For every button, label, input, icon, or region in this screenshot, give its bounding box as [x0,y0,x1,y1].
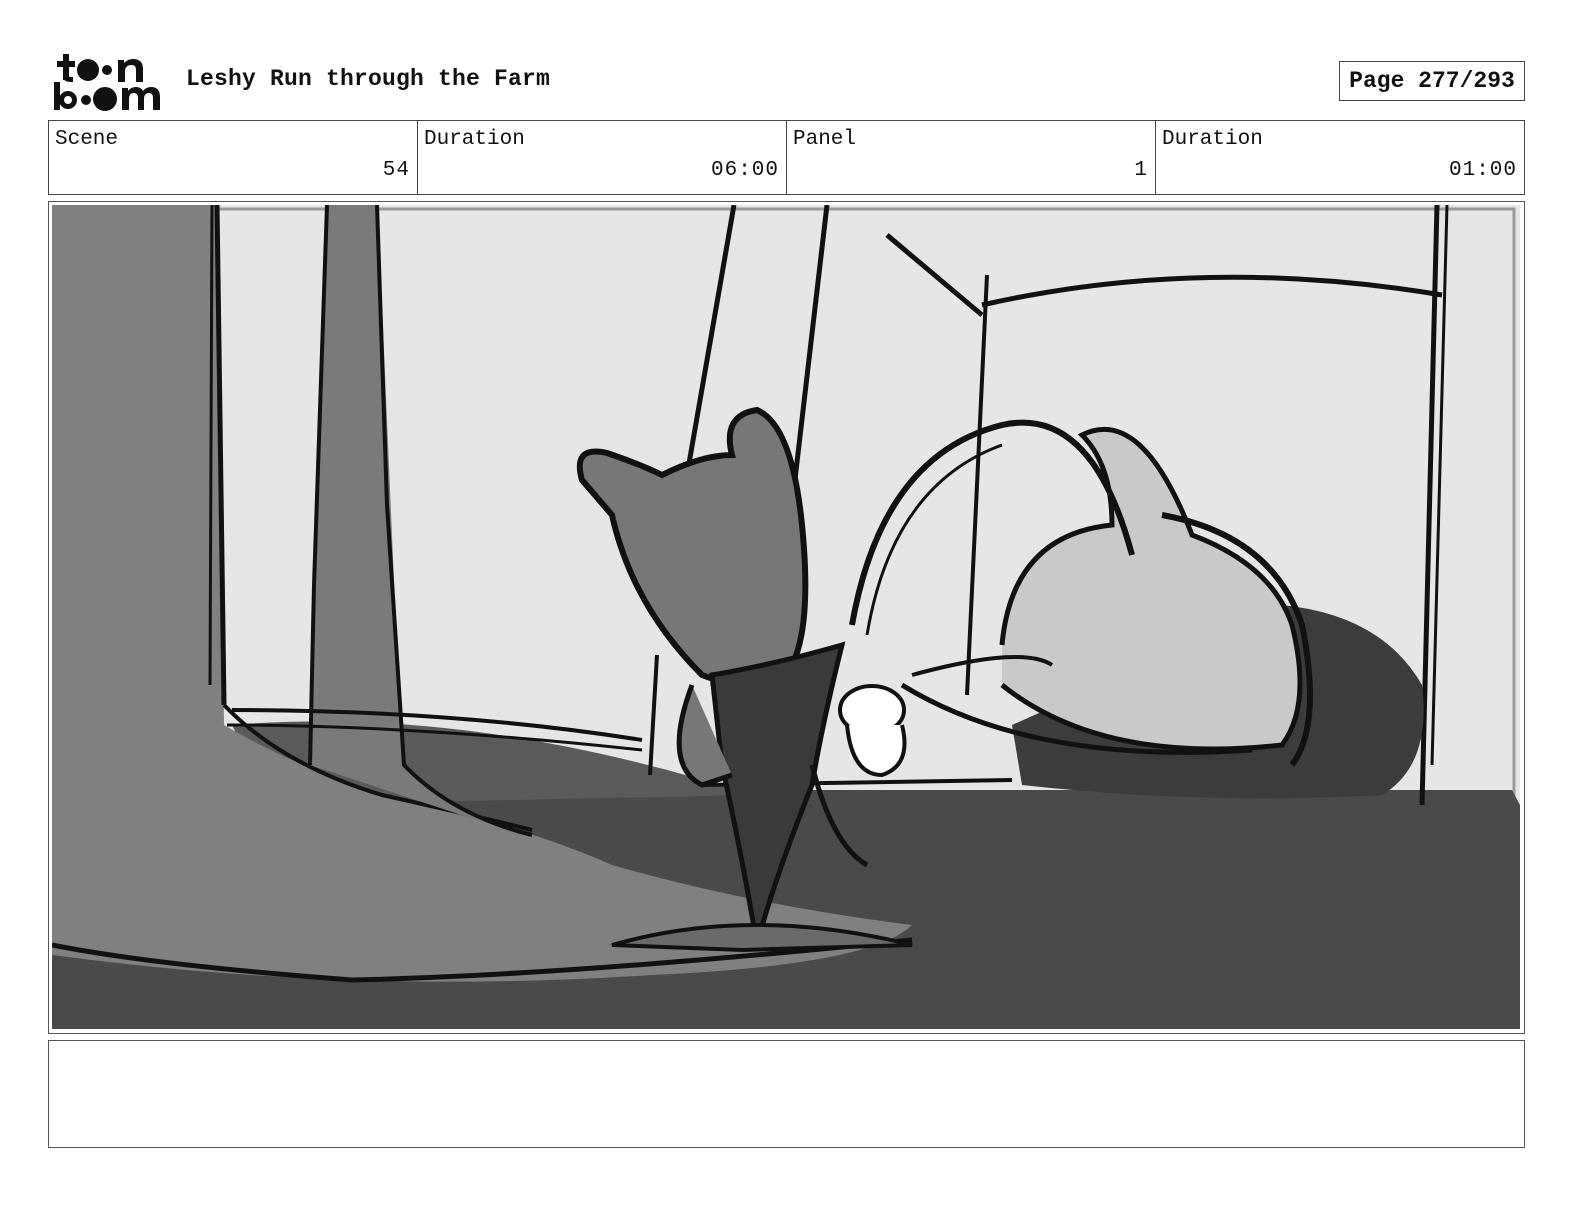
panel-duration-label: Duration [1162,128,1263,151]
panel-label: Panel [793,128,857,151]
scene-info-row: Scene 54 Duration 06:00 Panel 1 Duration… [48,120,1525,195]
storyboard-title: Leshy Run through the Farm [186,66,551,92]
page-number: Page 277/293 [1339,61,1525,101]
scene-cell: Scene 54 [49,121,418,194]
panel-duration-cell: Duration 01:00 [1156,121,1524,194]
scene-duration-value: 06:00 [710,159,779,182]
scene-duration-cell: Duration 06:00 [418,121,787,194]
scene-value: 54 [382,159,410,182]
panel-notes-box [48,1040,1525,1148]
scene-duration-label: Duration [424,128,525,151]
storyboard-panel [48,201,1525,1034]
toon-boom-logo [54,54,160,111]
panel-drawing [52,205,1520,1029]
panel-duration-value: 01:00 [1448,159,1517,182]
scene-label: Scene [55,128,119,151]
panel-value: 1 [1134,159,1148,182]
panel-cell: Panel 1 [787,121,1156,194]
